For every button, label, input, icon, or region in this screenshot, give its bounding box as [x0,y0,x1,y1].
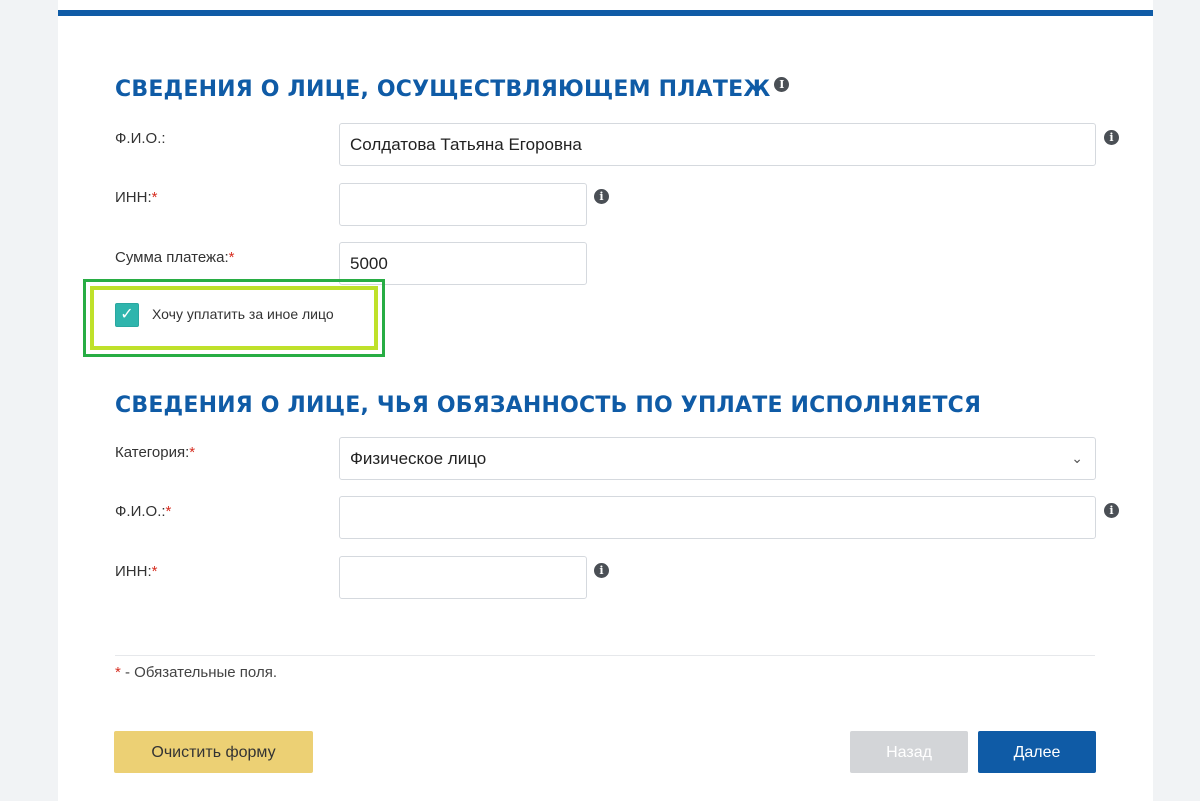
payer-fio-value: Солдатова Татьяна Егоровна [350,135,582,154]
required-mark: * [165,503,172,520]
info-icon[interactable]: i [1104,503,1119,518]
payer-inn-input[interactable] [339,183,587,226]
required-mark: * [151,189,158,206]
payer-inn-label: ИНН:* [115,189,158,206]
payer-section-title-text: Сведения о лице, осуществляющем платеж [115,77,771,102]
info-icon[interactable]: i [774,76,790,92]
top-accent-bar [58,10,1153,16]
category-selected-value: Физическое лицо [350,449,487,468]
pay-for-other-person-checkbox[interactable]: ✓ [115,303,139,327]
pay-for-other-person-label[interactable]: Хочу уплатить за иное лицо [152,306,334,322]
info-icon[interactable]: i [594,189,609,204]
obligor-inn-label: ИНН:* [115,563,158,580]
required-mark: * [189,444,196,461]
required-fields-note: * - Обязательные поля. [115,664,277,681]
payment-amount-value: 5000 [350,254,388,273]
info-icon[interactable]: i [1104,130,1119,145]
chevron-down-icon: ⌄ [1071,450,1083,466]
obligor-section-title: Сведения о лице, чья обязанность по упла… [115,393,981,419]
back-button[interactable]: Назад [850,731,968,773]
required-mark: * [151,563,158,580]
payment-form-page: Сведения о лице, осуществляющем платеж i … [58,0,1153,801]
obligor-fio-input[interactable] [339,496,1096,539]
footer-divider [115,655,1095,656]
category-label: Категория:* [115,444,196,461]
payer-fio-input[interactable]: Солдатова Татьяна Егоровна [339,123,1096,166]
check-icon: ✓ [120,306,134,323]
info-icon[interactable]: i [594,563,609,578]
payer-fio-label: Ф.И.О.: [115,130,166,147]
obligor-section-title-text: Сведения о лице, чья обязанность по упла… [115,393,982,418]
category-select[interactable]: Физическое лицо ⌄ [339,437,1096,480]
obligor-fio-label: Ф.И.О.:* [115,503,172,520]
obligor-inn-input[interactable] [339,556,587,599]
clear-form-button[interactable]: Очистить форму [114,731,313,773]
payment-amount-label: Сумма платежа:* [115,249,235,266]
required-mark: * [228,249,235,266]
next-button[interactable]: Далее [978,731,1096,773]
payer-section-title: Сведения о лице, осуществляющем платеж i [115,76,790,103]
